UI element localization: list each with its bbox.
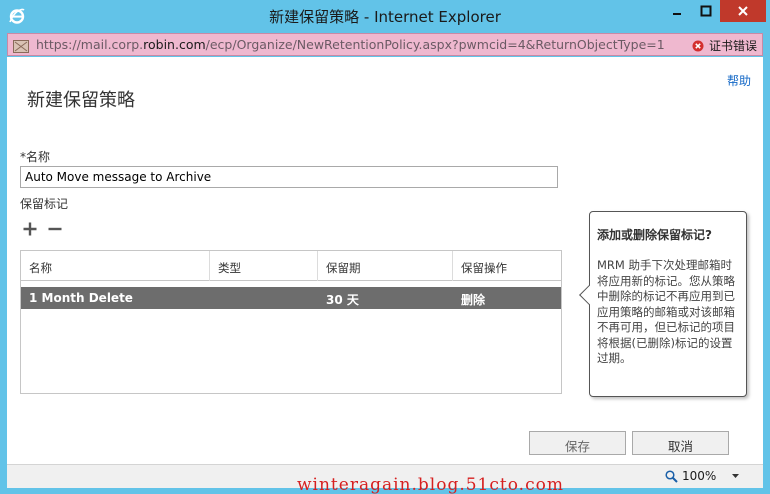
callout-title: 添加或删除保留标记? <box>597 228 712 242</box>
help-link[interactable]: 帮助 <box>727 72 751 89</box>
plus-icon <box>23 222 37 236</box>
maximize-icon <box>700 5 712 17</box>
close-button[interactable] <box>720 0 766 22</box>
zoom-control[interactable]: 100% <box>665 469 740 483</box>
retention-tags-grid: 名称 类型 保留期 保留操作 1 Month Delete 30 天 删除 <box>20 250 562 394</box>
window-title: 新建保留策略 - Internet Explorer <box>269 8 501 26</box>
cell-period: 30 天 <box>326 293 359 307</box>
cell-type <box>210 287 318 309</box>
cert-error-button[interactable]: 证书错误 <box>692 37 757 54</box>
url-prefix: https://mail.corp. <box>36 37 144 52</box>
minimize-icon <box>673 13 681 15</box>
cert-error-label: 证书错误 <box>709 39 758 53</box>
retention-tags-label: 保留标记 <box>20 197 69 211</box>
name-input[interactable] <box>20 166 558 188</box>
page-content: 帮助 新建保留策略 *名称 保留标记 名称 类型 保留期 保留操作 1 Mont… <box>7 57 763 464</box>
page-title: 新建保留策略 <box>27 90 135 111</box>
chevron-down-icon <box>732 474 740 478</box>
maximize-button[interactable] <box>692 0 720 22</box>
cancel-button[interactable]: 取消 <box>632 431 729 455</box>
callout-body: MRM 助手下次处理邮箱时将应用新的标记。您从策略中删除的标记不再应用到已应用策… <box>597 258 735 365</box>
watermark: winteragain.blog.51cto.com <box>297 475 564 494</box>
cell-action: 删除 <box>461 293 486 307</box>
url-host: robin.com <box>143 37 206 52</box>
column-header-type[interactable]: 类型 <box>210 251 318 281</box>
remove-tag-button[interactable] <box>47 221 63 237</box>
url-text[interactable]: https://mail.corp.robin.com/ecp/Organize… <box>36 37 665 52</box>
grid-header: 名称 类型 保留期 保留操作 <box>21 251 561 281</box>
save-button[interactable]: 保存 <box>529 431 626 455</box>
zoom-icon <box>665 469 678 483</box>
cell-name: 1 Month Delete <box>29 291 133 305</box>
column-header-period[interactable]: 保留期 <box>318 251 453 281</box>
info-callout: 添加或删除保留标记? MRM 助手下次处理邮箱时将应用新的标记。您从策略中删除的… <box>579 211 747 397</box>
close-icon <box>738 6 748 16</box>
minus-icon <box>48 227 62 231</box>
column-header-name[interactable]: 名称 <box>21 251 210 281</box>
name-label: *名称 <box>20 150 51 164</box>
column-header-action[interactable]: 保留操作 <box>453 251 561 281</box>
url-path: /ecp/Organize/NewRetentionPolicy.aspx?pw… <box>205 37 665 52</box>
callout-pointer <box>579 285 599 305</box>
error-icon <box>692 40 704 51</box>
zoom-level: 100% <box>682 469 717 483</box>
minimize-button[interactable] <box>662 0 692 22</box>
table-row[interactable]: 1 Month Delete 30 天 删除 <box>21 287 561 309</box>
title-bar[interactable]: 新建保留策略 - Internet Explorer <box>0 0 770 32</box>
add-tag-button[interactable] <box>22 221 38 237</box>
address-bar[interactable]: https://mail.corp.robin.com/ecp/Organize… <box>7 33 763 56</box>
page-icon <box>13 38 29 57</box>
browser-window: 新建保留策略 - Internet Explorer https://mail.… <box>0 0 770 494</box>
